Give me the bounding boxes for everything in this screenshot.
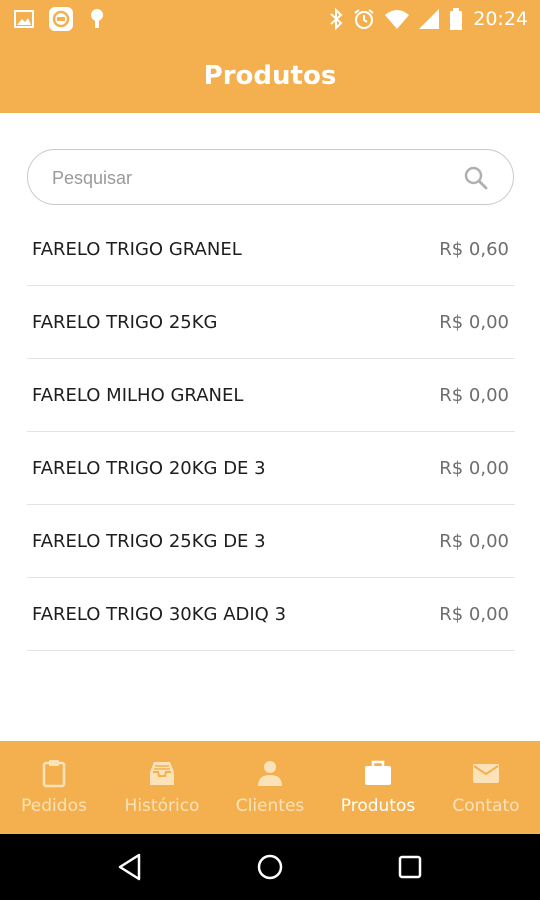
product-row[interactable]: FARELO TRIGO 25KG DE 3 R$ 0,00: [27, 505, 515, 578]
product-price: R$ 0,00: [439, 603, 509, 625]
nav-label: Clientes: [235, 796, 305, 816]
page-title: Produtos: [203, 60, 337, 91]
product-row[interactable]: FARELO TRIGO 30KG ADIQ 3 R$ 0,00: [27, 578, 515, 651]
product-list: FARELO TRIGO GRANEL R$ 0,60 FARELO TRIGO…: [27, 213, 515, 651]
nav-item-produtos[interactable]: Produtos: [324, 741, 432, 834]
recents-button[interactable]: [390, 847, 430, 887]
person-icon: [258, 761, 282, 786]
briefcase-icon: [365, 760, 391, 785]
back-icon: [118, 853, 141, 881]
product-name: FARELO TRIGO GRANEL: [32, 238, 242, 260]
app-notification-icon: [49, 7, 73, 31]
status-left-icons: [14, 6, 106, 32]
home-icon: [257, 854, 283, 880]
product-name: FARELO TRIGO 20KG DE 3: [32, 457, 266, 479]
product-row[interactable]: FARELO TRIGO GRANEL R$ 0,60: [27, 213, 515, 286]
status-right-icons: 20:24: [329, 8, 528, 30]
product-price: R$ 0,00: [439, 457, 509, 479]
image-icon: [14, 10, 34, 28]
product-row[interactable]: FARELO TRIGO 25KG R$ 0,00: [27, 286, 515, 359]
inbox-icon: [150, 762, 174, 785]
search-icon[interactable]: [463, 165, 489, 191]
recents-icon: [398, 855, 422, 879]
bluetooth-icon: [330, 8, 343, 30]
product-price: R$ 0,00: [439, 311, 509, 333]
status-bar: 20:24: [0, 0, 540, 38]
back-button[interactable]: [110, 847, 150, 887]
product-price: R$ 0,60: [439, 238, 509, 260]
app-header: Produtos: [0, 38, 540, 113]
nav-label: Contato: [452, 796, 520, 816]
product-name: FARELO MILHO GRANEL: [32, 384, 244, 406]
nav-label: Histórico: [124, 796, 200, 816]
product-name: FARELO TRIGO 25KG DE 3: [32, 530, 266, 552]
battery-icon: [450, 8, 463, 30]
android-icon: [91, 9, 103, 28]
product-row[interactable]: FARELO TRIGO 20KG DE 3 R$ 0,00: [27, 432, 515, 505]
clipboard-icon: [42, 760, 66, 788]
search-bar[interactable]: [27, 149, 514, 205]
status-time: 20:24: [473, 8, 528, 30]
product-name: FARELO TRIGO 30KG ADIQ 3: [32, 603, 287, 625]
product-name: FARELO TRIGO 25KG: [32, 311, 218, 333]
nav-item-clientes[interactable]: Clientes: [216, 741, 324, 834]
search-input[interactable]: [52, 160, 452, 196]
wifi-icon: [385, 10, 410, 29]
nav-item-pedidos[interactable]: Pedidos: [0, 741, 108, 834]
product-price: R$ 0,00: [439, 384, 509, 406]
alarm-icon: [354, 9, 374, 29]
system-nav-bar: [0, 834, 540, 900]
envelope-icon: [473, 764, 499, 783]
nav-label: Produtos: [340, 796, 416, 816]
nav-item-contato[interactable]: Contato: [432, 741, 540, 834]
bottom-nav: Pedidos Histórico Clientes Produtos Cont…: [0, 741, 540, 834]
product-row[interactable]: FARELO MILHO GRANEL R$ 0,00: [27, 359, 515, 432]
nav-item-historico[interactable]: Histórico: [108, 741, 216, 834]
home-button[interactable]: [250, 847, 290, 887]
nav-label: Pedidos: [21, 796, 87, 816]
signal-icon: [419, 9, 440, 29]
product-price: R$ 0,00: [439, 530, 509, 552]
